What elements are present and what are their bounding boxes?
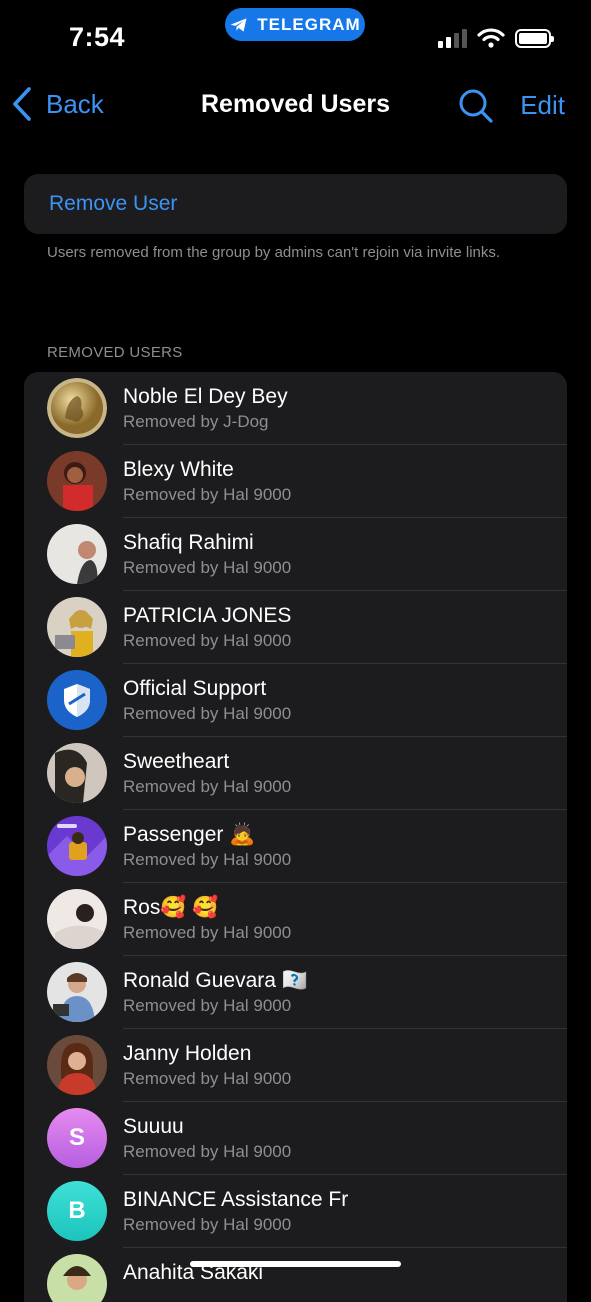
user-name: BINANCE Assistance Fr <box>123 1188 349 1211</box>
avatar-initial: S <box>68 1124 85 1151</box>
user-name: PATRICIA JONES <box>123 604 292 627</box>
status-bar: 7:54 TELEGRAM <box>0 0 591 78</box>
navigation-bar: Back Removed Users Edit <box>0 80 591 130</box>
removed-by: Removed by Hal 9000 <box>123 704 292 723</box>
info-footer: Users removed from the group by admins c… <box>47 244 501 261</box>
home-indicator[interactable] <box>190 1261 401 1267</box>
user-name: Ros🥰 🥰 <box>123 896 219 919</box>
avatar <box>47 889 107 949</box>
avatar <box>47 524 107 584</box>
avatar-initial: B <box>68 1197 86 1224</box>
cellular-signal-icon <box>438 28 467 48</box>
avatar <box>47 378 107 438</box>
list-item[interactable]: Janny Holden Removed by Hal 9000 <box>24 1029 567 1102</box>
avatar <box>47 1035 107 1095</box>
search-button[interactable] <box>458 88 494 124</box>
page-title: Removed Users <box>201 90 390 118</box>
removed-users-list: Noble El Dey Bey Removed by J-Dog Blexy … <box>24 372 567 1302</box>
avatar <box>47 816 107 876</box>
removed-by: Removed by J-Dog <box>123 412 269 431</box>
removed-by: Removed by Hal 9000 <box>123 777 292 796</box>
removed-by: Removed by Hal 9000 <box>123 1069 292 1088</box>
list-item[interactable]: Anahita Sakaki <box>24 1248 567 1302</box>
avatar <box>47 670 107 730</box>
user-name: Shafiq Rahimi <box>123 531 254 554</box>
user-name: Suuuu <box>123 1115 184 1138</box>
removed-by: Removed by Hal 9000 <box>123 850 292 869</box>
battery-icon <box>515 28 554 48</box>
status-time: 7:54 <box>69 22 126 52</box>
avatar <box>47 451 107 511</box>
telegram-pill-label: TELEGRAM <box>257 14 361 34</box>
list-item[interactable]: PATRICIA JONES Removed by Hal 9000 <box>24 591 567 664</box>
removed-by: Removed by Hal 9000 <box>123 996 292 1015</box>
edit-button[interactable]: Edit <box>520 90 565 121</box>
avatar <box>47 597 107 657</box>
list-item[interactable]: Blexy White Removed by Hal 9000 <box>24 445 567 518</box>
user-name: Passenger 🙇 <box>123 823 256 846</box>
user-name: Official Support <box>123 677 267 700</box>
wifi-icon <box>477 28 505 48</box>
avatar: S <box>47 1108 107 1168</box>
list-item[interactable]: Official Support Removed by Hal 9000 <box>24 664 567 737</box>
avatar: B <box>47 1181 107 1241</box>
list-item[interactable]: Shafiq Rahimi Removed by Hal 9000 <box>24 518 567 591</box>
search-icon <box>459 89 493 123</box>
list-item[interactable]: Sweetheart Removed by Hal 9000 <box>24 737 567 810</box>
list-item[interactable]: Passenger 🙇 Removed by Hal 9000 <box>24 810 567 883</box>
remove-user-button[interactable]: Remove User <box>49 192 177 216</box>
list-item[interactable]: Ros🥰 🥰 Removed by Hal 9000 <box>24 883 567 956</box>
removed-by: Removed by Hal 9000 <box>123 485 292 504</box>
list-item[interactable]: Ronald Guevara 🇶🇶 Removed by Hal 9000 <box>24 956 567 1029</box>
removed-by: Removed by Hal 9000 <box>123 923 292 942</box>
removed-by: Removed by Hal 9000 <box>123 631 292 650</box>
list-item[interactable]: B BINANCE Assistance Fr Removed by Hal 9… <box>24 1175 567 1248</box>
avatar <box>47 1254 107 1302</box>
telegram-plane-icon <box>230 17 247 32</box>
system-icons <box>438 28 554 48</box>
list-item[interactable]: Noble El Dey Bey Removed by J-Dog <box>24 372 567 445</box>
user-name: Noble El Dey Bey <box>123 385 288 408</box>
user-name: Janny Holden <box>123 1042 252 1065</box>
avatar <box>47 743 107 803</box>
shield-icon <box>47 670 107 730</box>
user-name: Blexy White <box>123 458 234 481</box>
user-name: Ronald Guevara 🇶🇶 <box>123 969 308 992</box>
remove-user-card: Remove User <box>24 174 567 234</box>
user-name: Sweetheart <box>123 750 230 773</box>
avatar <box>47 962 107 1022</box>
section-header: REMOVED USERS <box>47 344 183 361</box>
removed-by: Removed by Hal 9000 <box>123 1215 292 1234</box>
telegram-pill[interactable]: TELEGRAM <box>225 8 365 41</box>
removed-by: Removed by Hal 9000 <box>123 1142 292 1161</box>
removed-by: Removed by Hal 9000 <box>123 558 292 577</box>
list-item[interactable]: S Suuuu Removed by Hal 9000 <box>24 1102 567 1175</box>
